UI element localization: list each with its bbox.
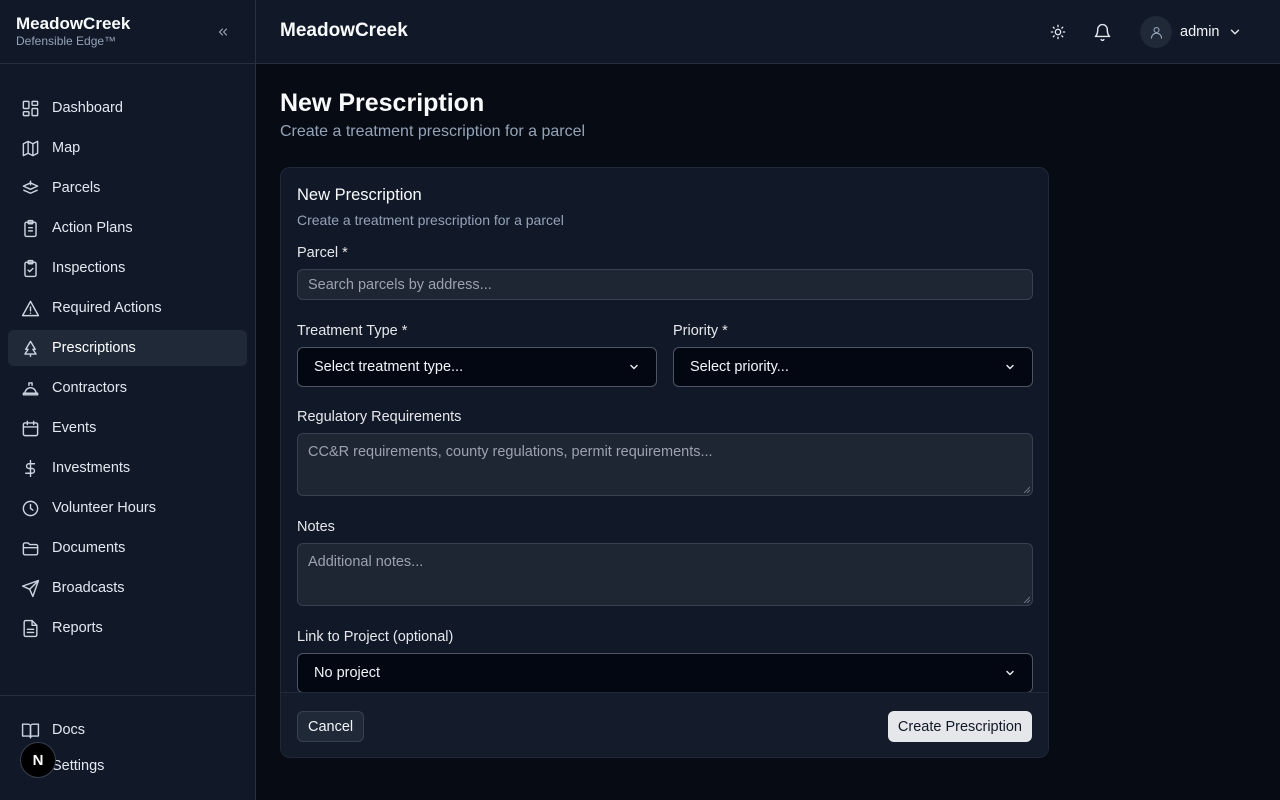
sidebar-item-reports[interactable]: Reports xyxy=(8,610,247,646)
sidebar-item-label: Broadcasts xyxy=(52,580,125,596)
sidebar-item-label: Required Actions xyxy=(52,300,162,316)
parcel-search-placeholder: Search parcels by address... xyxy=(308,276,492,293)
bell-icon[interactable] xyxy=(1090,20,1114,44)
sidebar-item-prescriptions[interactable]: Prescriptions xyxy=(8,330,247,366)
sidebar-item-investments[interactable]: Investments xyxy=(8,450,247,486)
sidebar-item-dashboard[interactable]: Dashboard xyxy=(8,90,247,126)
sidebar-item-parcels[interactable]: Parcels xyxy=(8,170,247,206)
sidebar-item-inspections[interactable]: Inspections xyxy=(8,250,247,286)
user-menu[interactable]: admin xyxy=(1140,16,1242,48)
notes-placeholder: Additional notes... xyxy=(308,554,424,570)
sidebar-item-broadcasts[interactable]: Broadcasts xyxy=(8,570,247,606)
sidebar-item-label: Map xyxy=(52,140,81,156)
send-icon xyxy=(20,578,40,598)
card-title: New Prescription xyxy=(297,186,422,204)
calendar-icon xyxy=(20,418,40,438)
sidebar-item-documents[interactable]: Documents xyxy=(8,530,247,566)
collapse-sidebar-icon[interactable] xyxy=(213,22,233,42)
dollar-icon xyxy=(20,458,40,478)
prescription-form-card: New Prescription Create a treatment pres… xyxy=(280,167,1049,758)
sidebar-item-label: Parcels xyxy=(52,180,101,196)
chevron-down-icon xyxy=(1004,361,1016,373)
sidebar-item-label: Docs xyxy=(52,722,86,738)
n-badge[interactable]: N xyxy=(20,742,56,778)
book-icon xyxy=(20,720,40,740)
regulatory-label: Regulatory Requirements xyxy=(297,409,462,425)
regulatory-textarea[interactable]: CC&R requirements, county regulations, p… xyxy=(297,433,1033,496)
hard-hat-icon xyxy=(20,378,40,398)
topbar: MeadowCreek admin xyxy=(256,0,1280,64)
card-subtitle: Create a treatment prescription for a pa… xyxy=(297,212,564,228)
chevron-down-icon xyxy=(628,361,640,373)
sidebar-item-label: Volunteer Hours xyxy=(52,500,156,516)
chevron-down-icon xyxy=(1004,667,1016,679)
parcel-label: Parcel * xyxy=(297,245,348,261)
user-name: admin xyxy=(1180,24,1220,40)
report-icon xyxy=(20,618,40,638)
sidebar-bottom: Docs Settings N xyxy=(0,695,255,800)
page-subtitle: Create a treatment prescription for a pa… xyxy=(280,123,586,140)
sidebar-item-label: Settings xyxy=(52,758,105,774)
avatar xyxy=(1140,16,1172,48)
clipboard-check-icon xyxy=(20,258,40,278)
project-select[interactable]: No project xyxy=(297,653,1033,693)
sidebar-item-label: Action Plans xyxy=(52,220,133,236)
header-title: MeadowCreek xyxy=(280,20,408,41)
project-link-label: Link to Project (optional) xyxy=(297,629,454,645)
brand: MeadowCreek Defensible Edge™ xyxy=(0,0,255,64)
warning-icon xyxy=(20,298,40,318)
sidebar-nav: Dashboard Map Parcels Action Plans Inspe… xyxy=(0,64,255,646)
priority-select[interactable]: Select priority... xyxy=(673,347,1033,387)
sidebar-item-label: Dashboard xyxy=(52,100,123,116)
sidebar-item-action-plans[interactable]: Action Plans xyxy=(8,210,247,246)
sidebar-item-label: Events xyxy=(52,420,97,436)
theme-toggle-icon[interactable] xyxy=(1046,20,1070,44)
sidebar-item-volunteer-hours[interactable]: Volunteer Hours xyxy=(8,490,247,526)
notes-label: Notes xyxy=(297,519,335,535)
treatment-type-select[interactable]: Select treatment type... xyxy=(297,347,657,387)
page-title: New Prescription xyxy=(280,89,485,117)
sidebar-item-label: Inspections xyxy=(52,260,126,276)
sidebar-item-events[interactable]: Events xyxy=(8,410,247,446)
card-footer: Cancel Create Prescription xyxy=(281,692,1048,757)
parcels-icon xyxy=(20,178,40,198)
sidebar-item-map[interactable]: Map xyxy=(8,130,247,166)
tree-icon xyxy=(20,338,40,358)
map-icon xyxy=(20,138,40,158)
dashboard-icon xyxy=(20,98,40,118)
sidebar-item-label: Prescriptions xyxy=(52,340,136,356)
treatment-type-value: Select treatment type... xyxy=(314,359,464,375)
parcel-search-input[interactable]: Search parcels by address... xyxy=(297,269,1033,300)
sidebar-item-label: Contractors xyxy=(52,380,127,396)
clipboard-icon xyxy=(20,218,40,238)
priority-value: Select priority... xyxy=(690,359,789,375)
notes-textarea[interactable]: Additional notes... xyxy=(297,543,1033,606)
resize-handle-icon[interactable] xyxy=(1022,595,1030,603)
project-value: No project xyxy=(314,665,381,681)
brand-name: MeadowCreek xyxy=(16,14,131,33)
create-prescription-button[interactable]: Create Prescription xyxy=(887,711,1032,742)
sidebar-item-contractors[interactable]: Contractors xyxy=(8,370,247,406)
treatment-type-label: Treatment Type * xyxy=(297,323,408,339)
sidebar-item-required-actions[interactable]: Required Actions xyxy=(8,290,247,326)
regulatory-placeholder: CC&R requirements, county regulations, p… xyxy=(308,444,713,460)
priority-label: Priority * xyxy=(673,323,728,339)
sidebar-item-label: Reports xyxy=(52,620,103,636)
brand-tagline: Defensible Edge™ xyxy=(16,34,117,48)
cancel-button[interactable]: Cancel xyxy=(297,711,365,742)
chevron-down-icon xyxy=(1228,25,1242,39)
resize-handle-icon[interactable] xyxy=(1022,485,1030,493)
sidebar: MeadowCreek Defensible Edge™ Dashboard M… xyxy=(0,0,256,800)
sidebar-item-label: Documents xyxy=(52,540,126,556)
clock-icon xyxy=(20,498,40,518)
sidebar-item-label: Investments xyxy=(52,460,131,476)
folder-icon xyxy=(20,538,40,558)
